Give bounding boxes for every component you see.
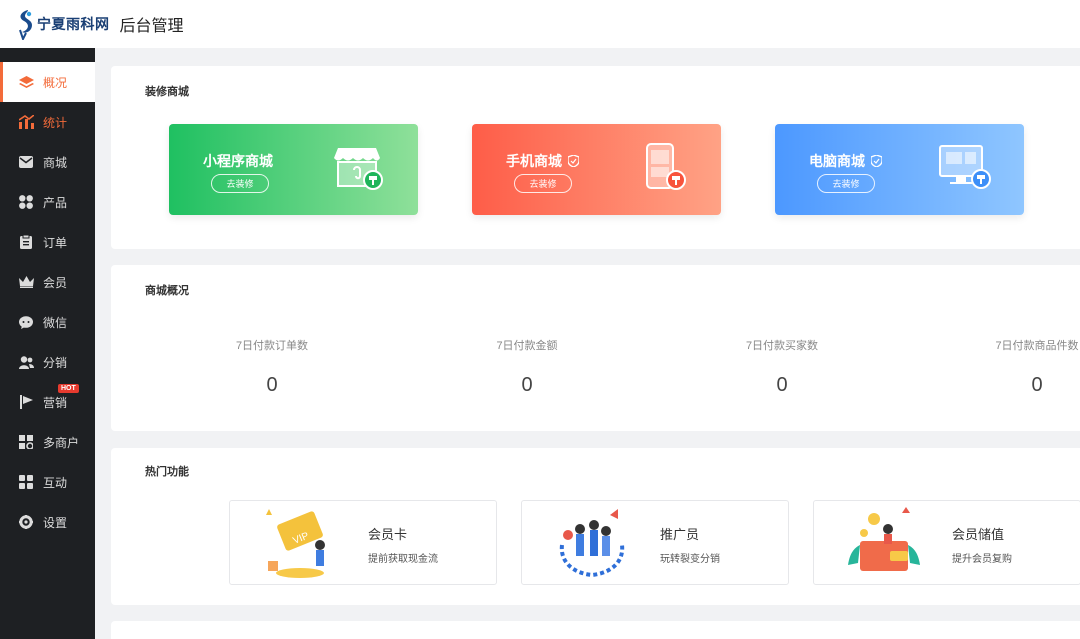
sidebar-item-label: 概况 xyxy=(43,75,68,90)
sidebar-item-label: 产品 xyxy=(43,195,68,210)
chart-icon xyxy=(18,114,34,130)
store-icon xyxy=(18,434,34,450)
decorate-title: 装修商城 xyxy=(145,86,189,98)
sidebar-item-label: 会员 xyxy=(43,275,68,290)
stat-value: 0 xyxy=(1031,374,1043,396)
sidebar-item-label: 商城 xyxy=(43,155,68,170)
decorate-card: 装修商城 小程序商城 去装修 手机商城 去装修 电脑商城 去装修 xyxy=(111,66,1080,249)
grid-icon xyxy=(18,474,34,490)
apps-icon xyxy=(18,194,34,210)
bottom-card xyxy=(111,621,1080,639)
mobile-phone-icon xyxy=(646,143,686,190)
desktop-monitor-icon xyxy=(939,145,991,189)
sidebar-item-multi-merchant[interactable]: 多商户 xyxy=(0,422,95,462)
crown-icon xyxy=(18,274,34,290)
feature-member-card[interactable]: VIP 会员卡 提前获取现金流 xyxy=(229,500,497,585)
app-title: 后台管理 xyxy=(119,18,184,35)
tile-name: 手机商城 xyxy=(506,153,562,169)
mail-icon xyxy=(18,154,34,170)
shield-icon xyxy=(871,155,882,167)
stat-amount: 7日付款金额 0 xyxy=(447,337,607,397)
wallet-illustration xyxy=(848,507,920,571)
layers-icon xyxy=(18,74,34,90)
sidebar-item-label: 分销 xyxy=(43,355,68,370)
sidebar-item-label: 微信 xyxy=(43,315,68,330)
sidebar-item-mall[interactable]: 商城 xyxy=(0,142,95,182)
sidebar-item-label: 互动 xyxy=(43,475,68,490)
sidebar-item-label: 统计 xyxy=(43,115,68,130)
stat-label: 7日付款订单数 xyxy=(235,340,309,352)
hot-features-card: 热门功能 VIP 会员卡 提前获取现金流 推广员 玩转裂变分销 会员储值 提升会… xyxy=(111,448,1080,605)
overview-title: 商城概况 xyxy=(145,285,189,297)
stat-orders: 7日付款订单数 0 xyxy=(192,337,352,397)
overview-card: 商城概况 7日付款订单数 0 7日付款金额 0 7日付款买家数 0 7日付款商品… xyxy=(111,265,1080,431)
sidebar-item-distribution[interactable]: 分销 xyxy=(0,342,95,382)
top-bar: 宁夏雨科网 后台管理 xyxy=(0,0,1080,48)
sidebar-item-wechat[interactable]: 微信 xyxy=(0,302,95,342)
users-icon xyxy=(18,354,34,370)
logo[interactable]: 宁夏雨科网 xyxy=(14,8,110,40)
promoter-illustration xyxy=(559,509,625,578)
stat-value: 0 xyxy=(266,374,278,396)
stat-value: 0 xyxy=(521,374,533,396)
stat-label: 7日付款商品件数 xyxy=(995,340,1079,352)
sidebar-item-overview[interactable]: 概况 xyxy=(0,62,95,102)
sidebar-item-stats[interactable]: 统计 xyxy=(0,102,95,142)
mini-program-mall-tile[interactable]: 小程序商城 去装修 xyxy=(169,124,418,215)
sidebar-item-settings[interactable]: 设置 xyxy=(0,502,95,542)
sidebar-item-marketing[interactable]: 营销 HOT xyxy=(0,382,95,422)
sidebar-item-members[interactable]: 会员 xyxy=(0,262,95,302)
gear-icon xyxy=(18,514,34,530)
stat-value: 0 xyxy=(776,374,788,396)
hot-badge: HOT xyxy=(58,384,79,393)
decorate-button[interactable]: 去装修 xyxy=(817,174,875,193)
tile-name: 电脑商城 xyxy=(809,153,865,169)
sidebar-item-label: 多商户 xyxy=(43,435,80,450)
stat-label: 7日付款买家数 xyxy=(745,340,819,352)
feature-title: 会员储值 xyxy=(952,527,1005,542)
clipboard-icon xyxy=(18,234,34,250)
shield-icon xyxy=(568,155,579,167)
flag-icon xyxy=(18,394,34,410)
feature-subtitle: 玩转裂变分销 xyxy=(660,554,720,565)
decorate-button[interactable]: 去装修 xyxy=(211,174,269,193)
hot-title: 热门功能 xyxy=(145,466,189,478)
feature-member-stored-value[interactable]: 会员储值 提升会员复购 xyxy=(813,500,1080,585)
feature-title: 会员卡 xyxy=(368,527,408,542)
sidebar-item-label: 设置 xyxy=(43,515,68,530)
logo-text: 宁夏雨科网 xyxy=(37,17,110,33)
logo-mark-icon xyxy=(19,10,32,40)
feature-subtitle: 提前获取现金流 xyxy=(368,554,438,565)
sidebar-item-label: 订单 xyxy=(43,235,68,250)
stat-label: 7日付款金额 xyxy=(496,340,558,352)
mini-program-store-icon xyxy=(334,148,383,190)
feature-title: 推广员 xyxy=(660,527,700,542)
feature-subtitle: 提升会员复购 xyxy=(952,554,1012,565)
sidebar-item-orders[interactable]: 订单 xyxy=(0,222,95,262)
decorate-button[interactable]: 去装修 xyxy=(514,174,572,193)
sidebar: 概况 统计 商城 产品 订单 会员 微信 分销 营销 HOT 多商户 互动 设置 xyxy=(0,48,95,639)
stat-items: 7日付款商品件数 0 xyxy=(957,337,1080,397)
tile-name: 小程序商城 xyxy=(203,153,273,169)
feature-promoter[interactable]: 推广员 玩转裂变分销 xyxy=(521,500,789,585)
stat-buyers: 7日付款买家数 0 xyxy=(702,337,862,397)
pc-mall-tile[interactable]: 电脑商城 去装修 xyxy=(775,124,1024,215)
chat-icon xyxy=(18,314,34,330)
sidebar-item-label: 营销 xyxy=(43,395,68,410)
vip-card-illustration: VIP xyxy=(266,509,325,578)
sidebar-item-interaction[interactable]: 互动 xyxy=(0,462,95,502)
mobile-mall-tile[interactable]: 手机商城 去装修 xyxy=(472,124,721,215)
sidebar-item-products[interactable]: 产品 xyxy=(0,182,95,222)
